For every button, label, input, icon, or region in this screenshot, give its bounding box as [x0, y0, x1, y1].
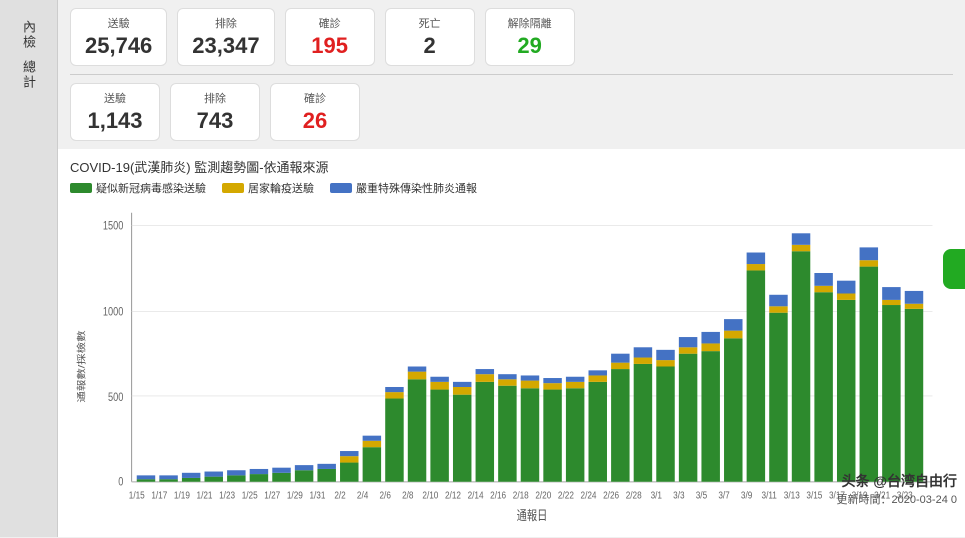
svg-text:3/7: 3/7 — [718, 490, 729, 501]
svg-text:2/2: 2/2 — [334, 490, 345, 501]
stat-box-死亡-total: 死亡 2 — [385, 8, 475, 66]
svg-text:1/17: 1/17 — [151, 490, 167, 501]
stat-box-確診-total: 確診 195 — [285, 8, 375, 66]
svg-text:1/27: 1/27 — [264, 490, 280, 501]
svg-text:2/16: 2/16 — [490, 490, 506, 501]
stats-row-daily: 送驗 1,143 排除 743 確診 26 — [70, 83, 953, 141]
divider-1 — [70, 74, 953, 75]
stat-label-確診-2: 確診 — [285, 90, 345, 106]
svg-text:通報日: 通報日 — [517, 509, 548, 523]
chart-container: 0 500 1000 1500 通報數/採檢數 — [70, 200, 953, 533]
legend-color-green — [70, 183, 92, 193]
svg-text:1/29: 1/29 — [287, 490, 303, 501]
legend-label-green: 疑似新冠病毒感染送驗 — [96, 180, 206, 196]
stat-label-送驗-2: 送驗 — [85, 90, 145, 106]
svg-text:3/15: 3/15 — [806, 490, 822, 501]
legend-item-yellow: 居家輪疫送驗 — [222, 180, 314, 196]
stat-label-排除-2: 排除 — [185, 90, 245, 106]
green-circle-button[interactable] — [943, 249, 965, 289]
main-content: 送驗 25,746 排除 23,347 確診 195 死亡 2 解除隔離 29 — [58, 0, 965, 537]
svg-text:2/12: 2/12 — [445, 490, 461, 501]
svg-text:3/3: 3/3 — [673, 490, 684, 501]
watermark: 头条 @台湾自由行 更新時間：2020-03-24 0 — [837, 471, 957, 507]
svg-text:2/6: 2/6 — [380, 490, 391, 501]
chart-legend: 疑似新冠病毒感染送驗 居家輪疫送驗 嚴重特殊傳染性肺炎通報 — [70, 180, 953, 196]
svg-text:1000: 1000 — [103, 306, 124, 318]
stat-label-排除-1: 排除 — [192, 15, 259, 31]
stat-value-確診-2: 26 — [285, 108, 345, 134]
legend-color-yellow — [222, 183, 244, 193]
svg-text:1500: 1500 — [103, 221, 124, 233]
stat-label-死亡-1: 死亡 — [400, 15, 460, 31]
svg-text:1/15: 1/15 — [129, 490, 145, 501]
svg-text:2/14: 2/14 — [468, 490, 484, 501]
svg-text:2/24: 2/24 — [581, 490, 597, 501]
stat-label-確診-1: 確診 — [300, 15, 360, 31]
stat-box-送驗-total: 送驗 25,746 — [70, 8, 167, 66]
stat-value-送驗-2: 1,143 — [85, 108, 145, 134]
bar-chart: 0 500 1000 1500 通報數/採檢數 — [70, 200, 953, 533]
stat-box-排除-total: 排除 23,347 — [177, 8, 274, 66]
svg-text:1/19: 1/19 — [174, 490, 190, 501]
svg-text:2/22: 2/22 — [558, 490, 574, 501]
svg-text:3/1: 3/1 — [651, 490, 662, 501]
watermark-site: 头条 @台湾自由行 — [837, 471, 957, 491]
svg-text:通報數/採檢數: 通報數/採檢數 — [76, 330, 87, 403]
svg-text:1/23: 1/23 — [219, 490, 235, 501]
stat-box-送驗-daily: 送驗 1,143 — [70, 83, 160, 141]
legend-item-green: 疑似新冠病毒感染送驗 — [70, 180, 206, 196]
svg-text:2/4: 2/4 — [357, 490, 368, 501]
sidebar-label-2: 總計 — [19, 60, 38, 90]
stat-box-排除-daily: 排除 743 — [170, 83, 260, 141]
stats-section: 送驗 25,746 排除 23,347 確診 195 死亡 2 解除隔離 29 — [58, 0, 965, 149]
stat-label-解除隔離-1: 解除隔離 — [500, 15, 560, 31]
svg-text:3/11: 3/11 — [762, 490, 777, 501]
stat-box-解除隔離-total: 解除隔離 29 — [485, 8, 575, 66]
chart-section: COVID-19(武漢肺炎) 監測趨勢圖-依通報來源 疑似新冠病毒感染送驗 居家… — [58, 149, 965, 537]
stat-value-確診-1: 195 — [300, 33, 360, 59]
svg-text:2/26: 2/26 — [603, 490, 619, 501]
chart-title: COVID-19(武漢肺炎) 監測趨勢圖-依通報來源 — [70, 157, 953, 176]
legend-item-blue: 嚴重特殊傳染性肺炎通報 — [330, 180, 477, 196]
stat-value-排除-1: 23,347 — [192, 33, 259, 59]
svg-text:1/21: 1/21 — [197, 490, 213, 501]
sidebar-label-1: 內檢 — [19, 20, 38, 50]
svg-text:2/10: 2/10 — [422, 490, 438, 501]
svg-text:3/5: 3/5 — [696, 490, 707, 501]
legend-color-blue — [330, 183, 352, 193]
sidebar: 內檢 總計 — [0, 0, 58, 537]
svg-text:3/9: 3/9 — [741, 490, 752, 501]
stat-value-送驗-1: 25,746 — [85, 33, 152, 59]
stat-value-死亡-1: 2 — [400, 33, 460, 59]
stat-value-解除隔離-1: 29 — [500, 33, 560, 59]
svg-text:500: 500 — [108, 392, 124, 404]
svg-text:2/28: 2/28 — [626, 490, 642, 501]
stat-label-送驗-1: 送驗 — [85, 15, 152, 31]
svg-text:2/8: 2/8 — [402, 490, 413, 501]
stat-box-確診-daily: 確診 26 — [270, 83, 360, 141]
stat-value-排除-2: 743 — [185, 108, 245, 134]
svg-text:3/13: 3/13 — [784, 490, 800, 501]
svg-text:1/31: 1/31 — [309, 490, 325, 501]
watermark-timestamp: 更新時間：2020-03-24 0 — [837, 491, 957, 507]
stats-row-total: 送驗 25,746 排除 23,347 確診 195 死亡 2 解除隔離 29 — [70, 8, 953, 66]
svg-text:2/20: 2/20 — [535, 490, 551, 501]
legend-label-blue: 嚴重特殊傳染性肺炎通報 — [356, 180, 477, 196]
svg-text:2/18: 2/18 — [513, 490, 529, 501]
svg-text:1/25: 1/25 — [242, 490, 258, 501]
svg-text:0: 0 — [118, 477, 123, 489]
legend-label-yellow: 居家輪疫送驗 — [248, 180, 314, 196]
